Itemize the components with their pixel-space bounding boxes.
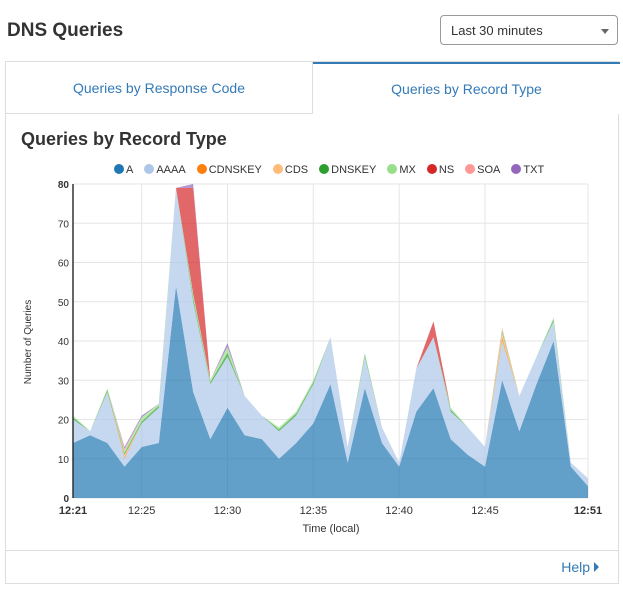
y-tick-label: 80 (58, 180, 70, 191)
x-tick-label: 12:45 (471, 505, 499, 517)
x-tick-label: 12:25 (128, 505, 156, 517)
y-tick-label: 40 (58, 337, 70, 348)
y-tick-label: 0 (63, 494, 69, 505)
x-tick-label: 12:40 (385, 505, 413, 517)
x-tick-label: 12:35 (300, 505, 328, 517)
record-type-chart: 0 10 20 30 40 50 60 70 80 12:21 12:25 12:30 12:35 12:… (23, 180, 602, 535)
time-range-select[interactable]: Last 30 minutes (440, 15, 618, 45)
caret-right-icon (594, 562, 599, 572)
chevron-down-icon (601, 29, 609, 34)
y-tick-label: 20 (58, 416, 70, 427)
help-label: Help (561, 559, 590, 575)
help-link[interactable]: Help (561, 559, 599, 575)
y-tick-label: 60 (58, 259, 70, 270)
x-axis-label: Time (local) (302, 523, 359, 535)
page-title: DNS Queries (7, 20, 124, 41)
footer-divider (6, 550, 618, 551)
y-tick-label: 70 (58, 219, 70, 230)
y-tick-label: 50 (58, 298, 70, 309)
y-tick-label: 10 (58, 455, 70, 466)
x-tick-label: 12:30 (214, 505, 242, 517)
x-tick-label: 12:51 (574, 505, 602, 517)
dns-queries-panel: Queries by Response Code Queries by Reco… (5, 61, 620, 584)
y-tick-label: 30 (58, 376, 70, 387)
y-axis-label: Number of Queries (23, 300, 34, 384)
time-range-value: Last 30 minutes (451, 23, 543, 38)
x-tick-label: 12:21 (59, 505, 87, 517)
